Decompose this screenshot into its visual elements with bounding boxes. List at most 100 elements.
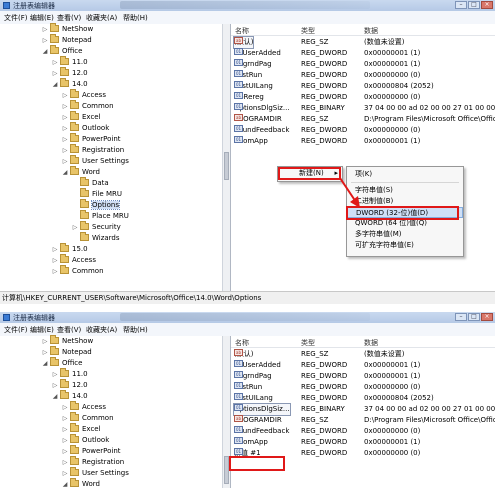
expand-toggle-icon[interactable]: ◢ xyxy=(42,46,48,57)
column-data-header[interactable]: 数据 xyxy=(364,338,378,348)
value-row[interactable]: SoundFeedback REG_DWORD 0x00000000 (0) xyxy=(231,426,495,437)
close-button[interactable]: × xyxy=(481,1,493,9)
value-row[interactable]: ZoomApp REG_DWORD 0x00000001 (1) xyxy=(231,437,495,448)
expand-toggle-icon[interactable]: ▷ xyxy=(42,336,48,347)
value-row[interactable]: (默认) REG_SZ (数值未设置) xyxy=(231,349,495,360)
tree-item-label: Access xyxy=(82,91,106,99)
tree-item[interactable]: ▷ 11.0 xyxy=(52,56,88,68)
expand-toggle-icon[interactable]: ▷ xyxy=(62,446,68,457)
tree-scrollbar[interactable] xyxy=(222,24,230,304)
expand-toggle-icon[interactable]: ▷ xyxy=(62,90,68,101)
tree-item[interactable]: ▷ Access xyxy=(62,89,106,101)
column-name-header[interactable]: 名称 xyxy=(235,338,249,348)
submenu-item[interactable]: 可扩充字符串值(E) xyxy=(347,240,463,251)
value-row[interactable]: LastUILang REG_DWORD 0x00000804 (2052) xyxy=(231,81,495,92)
expand-toggle-icon[interactable]: ▷ xyxy=(62,402,68,413)
expand-toggle-icon[interactable]: ▷ xyxy=(62,112,68,123)
expand-toggle-icon[interactable]: ▷ xyxy=(42,35,48,46)
menu-edit[interactable]: 编辑(E) xyxy=(30,13,54,23)
tree-item[interactable]: ▷ 12.0 xyxy=(52,67,88,79)
value-row[interactable]: OptionsDlgSiz... REG_BINARY 37 04 00 00 ad… xyxy=(231,403,495,416)
tree-item[interactable]: Wizards xyxy=(72,232,120,244)
tree-item-label: Notepad xyxy=(62,348,92,356)
expand-toggle-icon[interactable]: ▷ xyxy=(52,369,58,380)
maximize-button[interactable]: □ xyxy=(468,313,480,321)
expand-toggle-icon[interactable]: ◢ xyxy=(52,79,58,90)
minimize-button[interactable]: – xyxy=(455,1,467,9)
expand-toggle-icon[interactable]: ▷ xyxy=(62,156,68,167)
expand-toggle-icon[interactable]: ▷ xyxy=(52,68,58,79)
expand-toggle-icon[interactable]: ▷ xyxy=(62,123,68,134)
value-name-cell: OptionsDlgSiz... xyxy=(233,403,291,416)
value-data: 0x00000001 (1) xyxy=(364,60,421,68)
tree-item[interactable]: ▷ 11.0 xyxy=(52,368,88,380)
value-name-cell: (默认) xyxy=(234,349,253,360)
expand-toggle-icon[interactable]: ▷ xyxy=(52,255,58,266)
expand-toggle-icon[interactable]: ▷ xyxy=(72,222,78,233)
expand-toggle-icon[interactable]: ▷ xyxy=(62,435,68,446)
value-row[interactable]: (默认) REG_SZ (数值未设置) xyxy=(231,36,495,49)
menu-help[interactable]: 帮助(H) xyxy=(123,13,148,23)
expand-toggle-icon[interactable]: ◢ xyxy=(42,358,48,369)
column-type-header[interactable]: 类型 xyxy=(301,338,315,348)
submenu-item[interactable]: 多字符串值(M) xyxy=(347,229,463,240)
menu-file[interactable]: 文件(F) xyxy=(4,325,28,335)
expand-toggle-icon[interactable]: ▷ xyxy=(62,468,68,479)
tree-item[interactable]: ▷ 15.0 xyxy=(52,243,88,255)
expand-toggle-icon[interactable]: ▷ xyxy=(62,457,68,468)
tree-item[interactable]: ▷ Excel xyxy=(62,111,101,123)
value-row[interactable]: FirstRun REG_DWORD 0x00000000 (0) xyxy=(231,382,495,393)
value-row[interactable]: BkgrndPag REG_DWORD 0x00000001 (1) xyxy=(231,371,495,382)
menu-help[interactable]: 帮助(H) xyxy=(123,325,148,335)
value-row[interactable]: ATUserAdded REG_DWORD 0x00000001 (1) xyxy=(231,360,495,371)
column-data-header[interactable]: 数据 xyxy=(364,26,378,36)
tree-item[interactable]: ▷ Access xyxy=(62,401,106,413)
expand-toggle-icon[interactable]: ▷ xyxy=(52,266,58,277)
tree-item[interactable]: ▷ Access xyxy=(52,254,96,266)
value-row[interactable]: PROGRAMDIR REG_SZ D:\Program Files\Microso… xyxy=(231,415,495,426)
expand-toggle-icon[interactable]: ◢ xyxy=(62,167,68,178)
tree-item[interactable]: ▷ Common xyxy=(52,265,104,277)
folder-icon xyxy=(60,390,69,399)
value-row[interactable]: ATUserAdded REG_DWORD 0x00000001 (1) xyxy=(231,48,495,59)
value-row[interactable]: LastUILang REG_DWORD 0x00000804 (2052) xyxy=(231,393,495,404)
expand-toggle-icon[interactable]: ▷ xyxy=(62,413,68,424)
expand-toggle-icon[interactable]: ▷ xyxy=(52,57,58,68)
menu-view[interactable]: 查看(V) xyxy=(57,325,81,335)
menu-view[interactable]: 查看(V) xyxy=(57,13,81,23)
tree-item[interactable]: Data xyxy=(72,177,109,189)
expand-toggle-icon[interactable]: ▷ xyxy=(62,134,68,145)
menu-favorites[interactable]: 收藏夹(A) xyxy=(86,325,117,335)
expand-toggle-icon[interactable]: ▷ xyxy=(52,380,58,391)
expand-toggle-icon[interactable]: ▷ xyxy=(62,145,68,156)
value-row[interactable]: NoRereg REG_DWORD 0x00000000 (0) xyxy=(231,92,495,103)
window-title: 注册表编辑器 xyxy=(13,2,55,10)
expand-toggle-icon[interactable]: ◢ xyxy=(62,479,68,488)
value-row[interactable]: PROGRAMDIR REG_SZ D:\Program Files\Microso… xyxy=(231,114,495,125)
expand-toggle-icon[interactable]: ▷ xyxy=(42,24,48,35)
value-row[interactable]: FirstRun REG_DWORD 0x00000000 (0) xyxy=(231,70,495,81)
column-type-header[interactable]: 类型 xyxy=(301,26,315,36)
menu-favorites[interactable]: 收藏夹(A) xyxy=(86,13,117,23)
value-row[interactable]: BkgrndPag REG_DWORD 0x00000001 (1) xyxy=(231,59,495,70)
value-row[interactable]: ZoomApp REG_DWORD 0x00000001 (1) xyxy=(231,136,495,147)
tree-item[interactable]: ◢ Word xyxy=(62,478,100,488)
menu-edit[interactable]: 编辑(E) xyxy=(30,325,54,335)
value-row[interactable]: SoundFeedback REG_DWORD 0x00000000 (0) xyxy=(231,125,495,136)
binary-value-icon xyxy=(234,103,243,110)
value-data: 0x00000000 (0) xyxy=(364,71,421,79)
minimize-button[interactable]: – xyxy=(455,313,467,321)
tree-item[interactable]: ▷ 12.0 xyxy=(52,379,88,391)
expand-toggle-icon[interactable]: ◢ xyxy=(52,391,58,402)
maximize-button[interactable]: □ xyxy=(468,1,480,9)
tree-scrollbar-thumb[interactable] xyxy=(224,152,229,180)
value-row[interactable]: OptionsDlgSiz... REG_BINARY 37 04 00 00 ad… xyxy=(231,103,495,114)
tree-item[interactable]: ▷ Excel xyxy=(62,423,101,435)
expand-toggle-icon[interactable]: ▷ xyxy=(42,347,48,358)
expand-toggle-icon[interactable]: ▷ xyxy=(62,424,68,435)
menu-file[interactable]: 文件(F) xyxy=(4,13,28,23)
column-name-header[interactable]: 名称 xyxy=(235,26,249,36)
close-button[interactable]: × xyxy=(481,313,493,321)
expand-toggle-icon[interactable]: ▷ xyxy=(52,244,58,255)
expand-toggle-icon[interactable]: ▷ xyxy=(62,101,68,112)
